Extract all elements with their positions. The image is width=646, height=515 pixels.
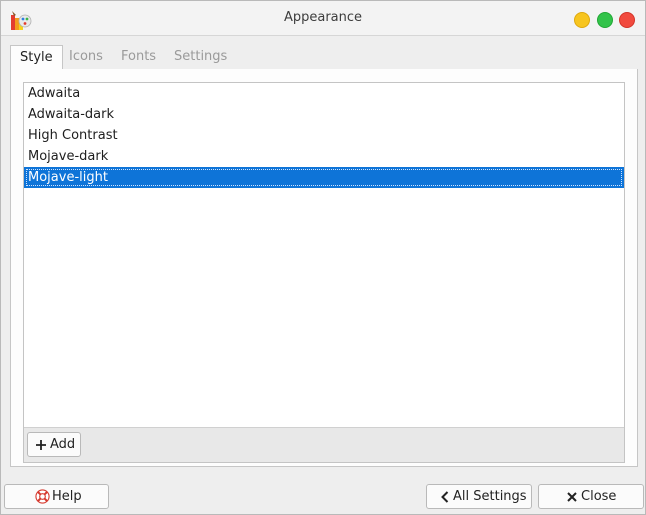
- list-toolbar: Add: [24, 427, 624, 462]
- style-list[interactable]: Adwaita Adwaita-dark High Contrast Mojav…: [23, 82, 625, 463]
- tab-bar: Style Icons Fonts Settings: [10, 45, 638, 71]
- close-window-button[interactable]: [619, 12, 635, 28]
- list-item-mojave-light[interactable]: Mojave-light: [24, 167, 624, 188]
- appearance-window: Appearance Style Icons Fonts Settings Ad…: [0, 0, 646, 515]
- list-item-mojave-dark[interactable]: Mojave-dark: [24, 146, 624, 167]
- plus-icon: [36, 439, 46, 450]
- list-item-adwaita-dark[interactable]: Adwaita-dark: [24, 104, 624, 125]
- all-settings-label: All Settings: [453, 489, 527, 504]
- tab-icons[interactable]: Icons: [60, 45, 112, 69]
- maximize-button[interactable]: [597, 12, 613, 28]
- lifebuoy-icon: [35, 489, 50, 504]
- tab-style[interactable]: Style: [10, 45, 63, 71]
- minimize-button[interactable]: [574, 12, 590, 28]
- x-icon: [567, 491, 577, 502]
- chevron-left-icon: [441, 490, 449, 503]
- help-button[interactable]: Help: [4, 484, 109, 509]
- list-item-adwaita[interactable]: Adwaita: [24, 83, 624, 104]
- tab-settings[interactable]: Settings: [165, 45, 236, 69]
- list-item-high-contrast[interactable]: High Contrast: [24, 125, 624, 146]
- title-bar[interactable]: Appearance: [1, 1, 645, 36]
- all-settings-button[interactable]: All Settings: [426, 484, 532, 509]
- tab-fonts[interactable]: Fonts: [112, 45, 165, 69]
- close-button[interactable]: Close: [538, 484, 644, 509]
- close-label: Close: [581, 489, 617, 504]
- add-button[interactable]: Add: [27, 432, 81, 457]
- help-label: Help: [52, 489, 82, 504]
- add-label: Add: [50, 437, 76, 452]
- window-title: Appearance: [283, 10, 363, 25]
- style-panel: Adwaita Adwaita-dark High Contrast Mojav…: [10, 69, 638, 467]
